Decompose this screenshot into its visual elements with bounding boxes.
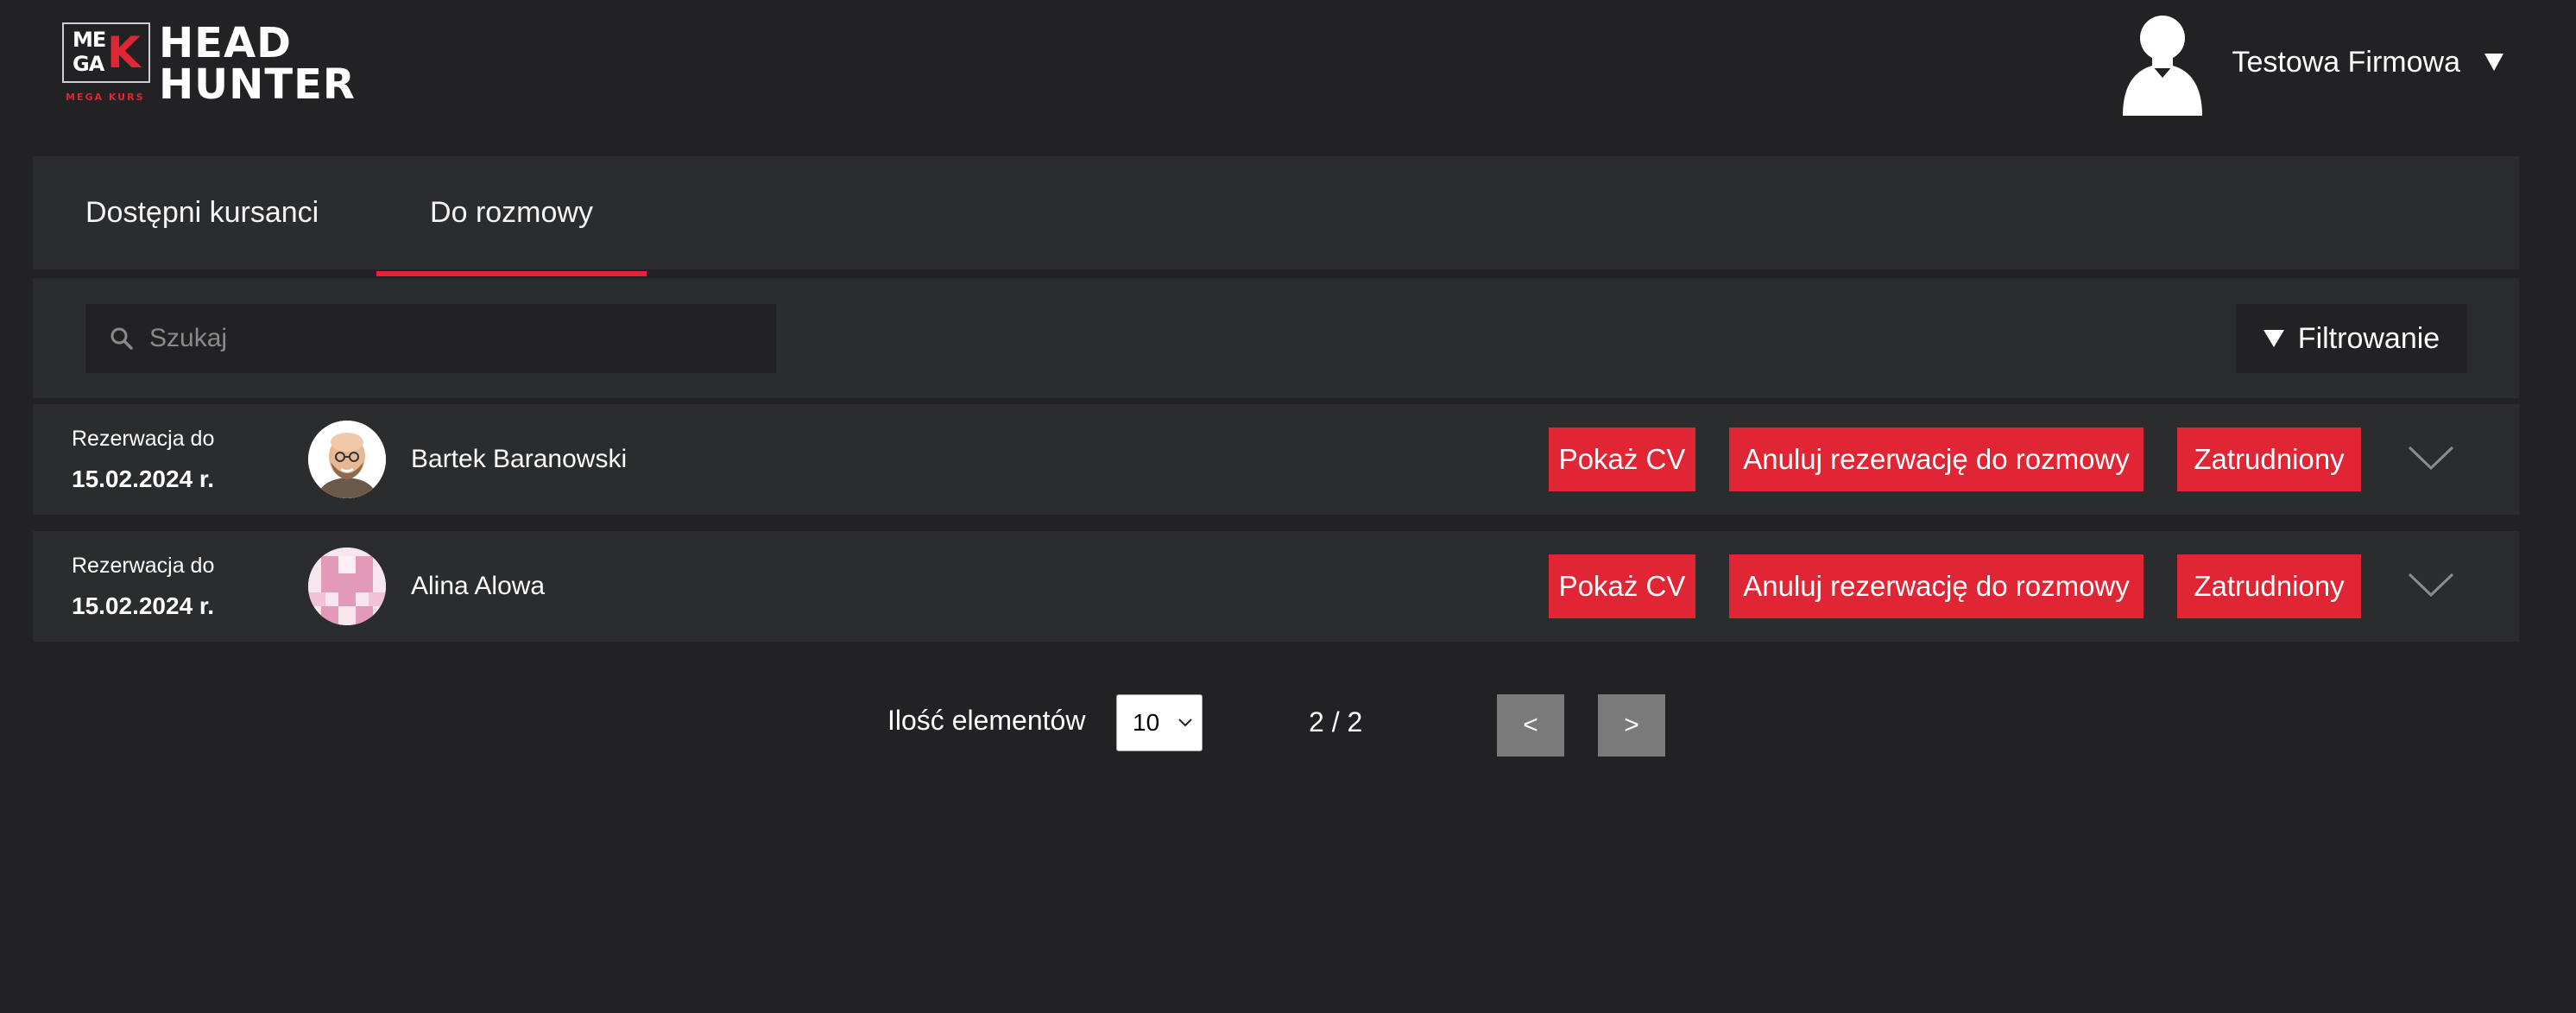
reservation-date: 15.02.2024 r. [72,465,215,492]
logo-title: HEAD HUNTER [159,22,356,105]
caret-down-icon[interactable] [2484,54,2503,71]
active-tab-indicator [376,271,647,276]
tab-to-interview[interactable]: Do rozmowy [376,156,647,276]
items-per-page-select[interactable]: 10 [1116,694,1203,751]
candidate-name: Alina Alowa [411,572,546,600]
app-logo[interactable]: ME GA K MEGA KURS HEAD HUNTER [62,22,356,105]
cancel-reservation-button[interactable]: Anuluj rezerwację do rozmowy [1729,554,2144,618]
toolbar: Filtrowanie [33,278,2519,398]
user-name: Testowa Firmowa [2232,45,2460,79]
candidate-name: Bartek Baranowski [411,445,628,473]
logo-title-line1: HEAD [159,19,292,67]
previous-page-button[interactable]: < [1497,694,1564,757]
logo-title-line2: HUNTER [159,60,356,109]
avatar [308,548,386,625]
triangle-down-icon [2263,330,2284,347]
tab-label: Do rozmowy [430,196,593,229]
reservation-info: Rezerwacja do 15.02.2024 r. [72,554,214,620]
chevron-down-icon [1178,719,1192,727]
hired-button[interactable]: Zatrudniony [2177,554,2361,618]
list-item: Rezerwacja do 15.02.2024 r. Alina Alowa … [33,531,2519,642]
show-cv-button[interactable]: Pokaż CV [1549,554,1695,618]
pink-identicon-avatar [308,548,386,625]
logo-mark: ME GA K MEGA KURS [62,22,150,103]
reservation-label: Rezerwacja do [72,554,215,578]
filter-label: Filtrowanie [2297,321,2440,355]
search-icon [110,327,133,350]
logo-text-me: ME [73,28,106,52]
user-silhouette-icon [2123,16,2203,116]
tab-available-students[interactable]: Dostępni kursanci [85,156,319,269]
page-indicator: 2 / 2 [1309,706,1363,738]
items-per-page-value: 10 [1133,709,1160,736]
logo-text-k: K [107,28,141,78]
logo-text-ga: GA [73,52,104,76]
filter-button[interactable]: Filtrowanie [2236,304,2467,373]
logo-subtitle: MEGA KURS [66,92,145,103]
search-input[interactable] [148,323,738,354]
next-page-button[interactable]: > [1598,694,1665,757]
hired-button[interactable]: Zatrudniony [2177,427,2361,491]
cartoon-man-avatar [308,421,386,498]
reservation-date: 15.02.2024 r. [72,592,215,619]
reservation-info: Rezerwacja do 15.02.2024 r. [72,427,214,493]
reservation-label: Rezerwacja do [72,427,215,451]
user-menu[interactable]: Testowa Firmowa [2118,9,2503,116]
list-item: Rezerwacja do 15.02.2024 r. Bartek Baran… [33,404,2519,515]
show-cv-button[interactable]: Pokaż CV [1549,427,1695,491]
chevron-down-icon[interactable] [2407,569,2455,600]
search-box[interactable] [85,304,776,373]
avatar [308,421,386,498]
tab-label: Dostępni kursanci [85,196,319,229]
items-per-page-label: Ilość elementów [887,705,1086,736]
tab-bar: Dostępni kursanci Do rozmowy [33,156,2519,276]
cancel-reservation-button[interactable]: Anuluj rezerwację do rozmowy [1729,427,2144,491]
chevron-down-icon[interactable] [2407,442,2455,473]
